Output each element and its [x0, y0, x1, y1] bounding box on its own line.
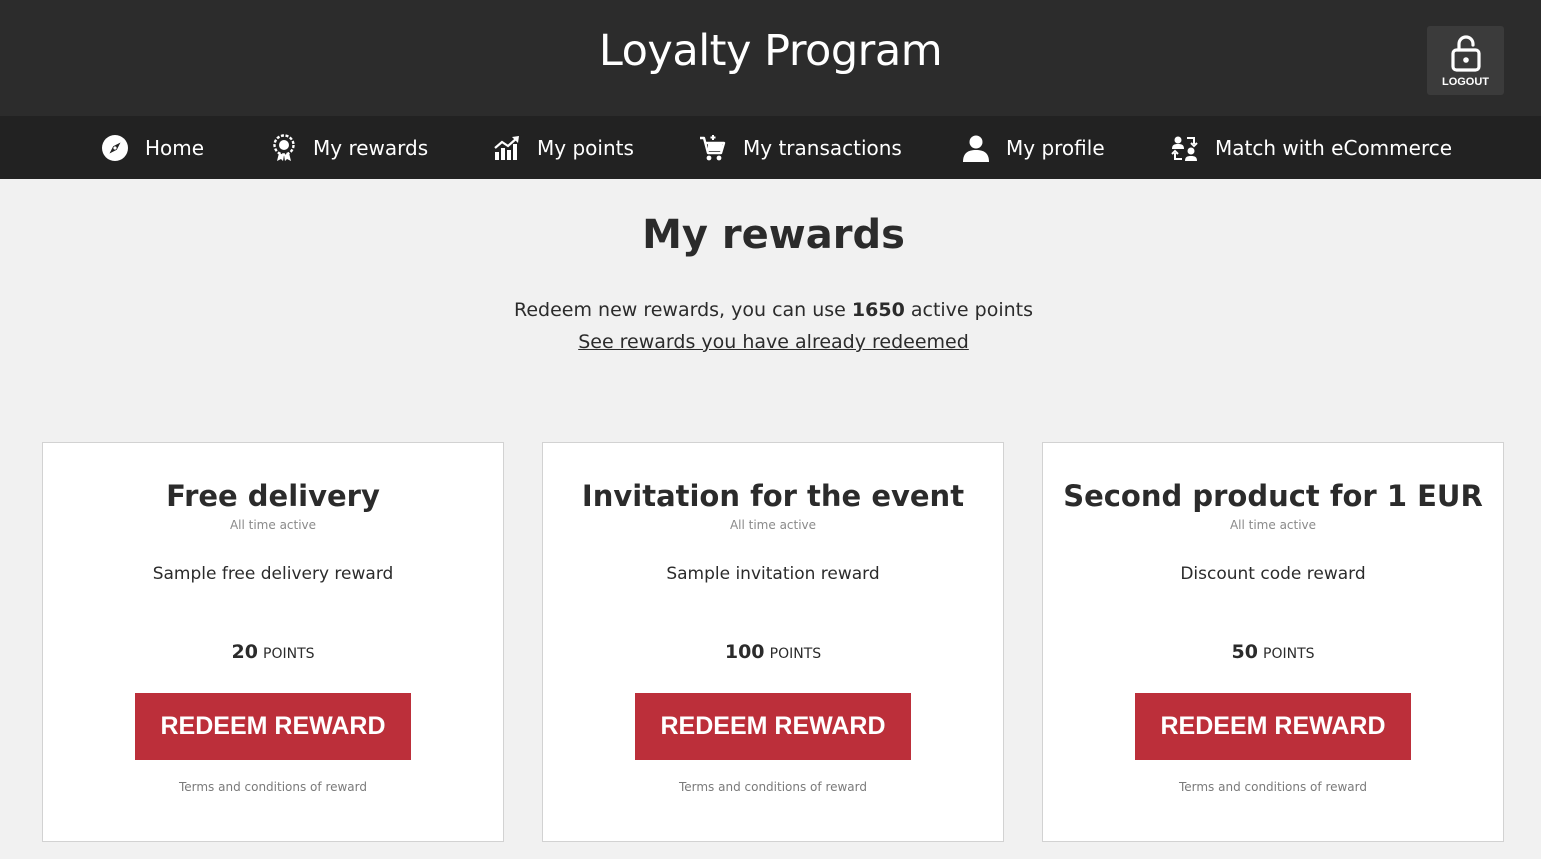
- reward-terms-link[interactable]: Terms and conditions of reward: [543, 780, 1003, 794]
- reward-card: Second product for 1 EUR All time active…: [1042, 442, 1504, 842]
- nav-item-home[interactable]: Home: [101, 116, 204, 179]
- reward-card: Free delivery All time active Sample fre…: [42, 442, 504, 842]
- nav-label-match-ecommerce: Match with eCommerce: [1215, 135, 1453, 160]
- reward-cost: 50 POINTS: [1043, 641, 1503, 663]
- reward-terms-link[interactable]: Terms and conditions of reward: [43, 780, 503, 794]
- app-title: Loyalty Program: [598, 26, 943, 76]
- page-title: My rewards: [642, 212, 905, 258]
- reward-points-unit: POINTS: [1263, 646, 1315, 662]
- nav-label-my-points: My points: [537, 135, 634, 160]
- intro-prefix: Redeem new rewards, you can use: [514, 299, 852, 321]
- reward-availability: All time active: [1229, 518, 1317, 532]
- logout-button[interactable]: LOGOUT: [1427, 26, 1504, 95]
- nav-label-my-transactions: My transactions: [743, 135, 902, 160]
- points-summary: Redeem new rewards, you can use 1650 act…: [0, 299, 1541, 321]
- reward-title: Free delivery: [166, 479, 380, 513]
- reward-description: Sample free delivery reward: [152, 564, 394, 584]
- reward-card: Invitation for the event All time active…: [542, 442, 1004, 842]
- active-points-count: 1650: [851, 299, 905, 321]
- reward-points-value: 20: [231, 641, 258, 663]
- reward-description: Sample invitation reward: [666, 564, 880, 584]
- reward-points-unit: POINTS: [769, 646, 822, 662]
- reward-title: Invitation for the event: [581, 479, 965, 513]
- redeem-reward-button[interactable]: REDEEM REWARD: [635, 693, 911, 760]
- redeem-reward-button[interactable]: REDEEM REWARD: [1135, 693, 1411, 760]
- user-icon: [963, 135, 989, 162]
- top-header: Loyalty Program LOGOUT: [0, 0, 1541, 116]
- chart-icon: [494, 135, 519, 160]
- redeemed-rewards-link[interactable]: See rewards you have already redeemed: [578, 331, 969, 353]
- redeem-reward-button[interactable]: REDEEM REWARD: [135, 693, 411, 760]
- reward-points-value: 50: [1231, 641, 1258, 663]
- reward-description: Discount code reward: [1180, 564, 1366, 584]
- reward-terms-link[interactable]: Terms and conditions of reward: [1043, 780, 1503, 794]
- nav-item-my-rewards[interactable]: My rewards: [271, 116, 428, 179]
- nav-item-my-transactions[interactable]: My transactions: [699, 116, 902, 179]
- compass-icon: [102, 134, 128, 161]
- reward-title: Second product for 1 EUR: [1063, 479, 1483, 513]
- nav-item-my-points[interactable]: My points: [493, 116, 634, 179]
- main-navigation: Home My rewards My points My transaction…: [0, 116, 1541, 179]
- unlock-icon: [1450, 35, 1481, 72]
- reward-availability: All time active: [729, 518, 817, 532]
- intro-suffix: active points: [904, 299, 1033, 321]
- nav-item-my-profile[interactable]: My profile: [962, 116, 1105, 179]
- nav-item-match-ecommerce[interactable]: Match with eCommerce: [1171, 116, 1452, 179]
- reward-cost: 20 POINTS: [43, 641, 503, 663]
- award-icon: [273, 133, 295, 161]
- cart-icon: [700, 134, 726, 160]
- reward-points-unit: POINTS: [263, 646, 315, 662]
- reward-points-value: 100: [724, 641, 765, 663]
- reward-cost: 100 POINTS: [543, 641, 1003, 663]
- redeemed-rewards-row: See rewards you have already redeemed: [0, 331, 1541, 353]
- match-icon: [1171, 136, 1198, 161]
- nav-label-my-rewards: My rewards: [313, 135, 429, 160]
- nav-label-my-profile: My profile: [1006, 135, 1105, 160]
- nav-label-home: Home: [145, 135, 205, 160]
- logout-label: LOGOUT: [1441, 76, 1490, 88]
- reward-availability: All time active: [229, 518, 317, 532]
